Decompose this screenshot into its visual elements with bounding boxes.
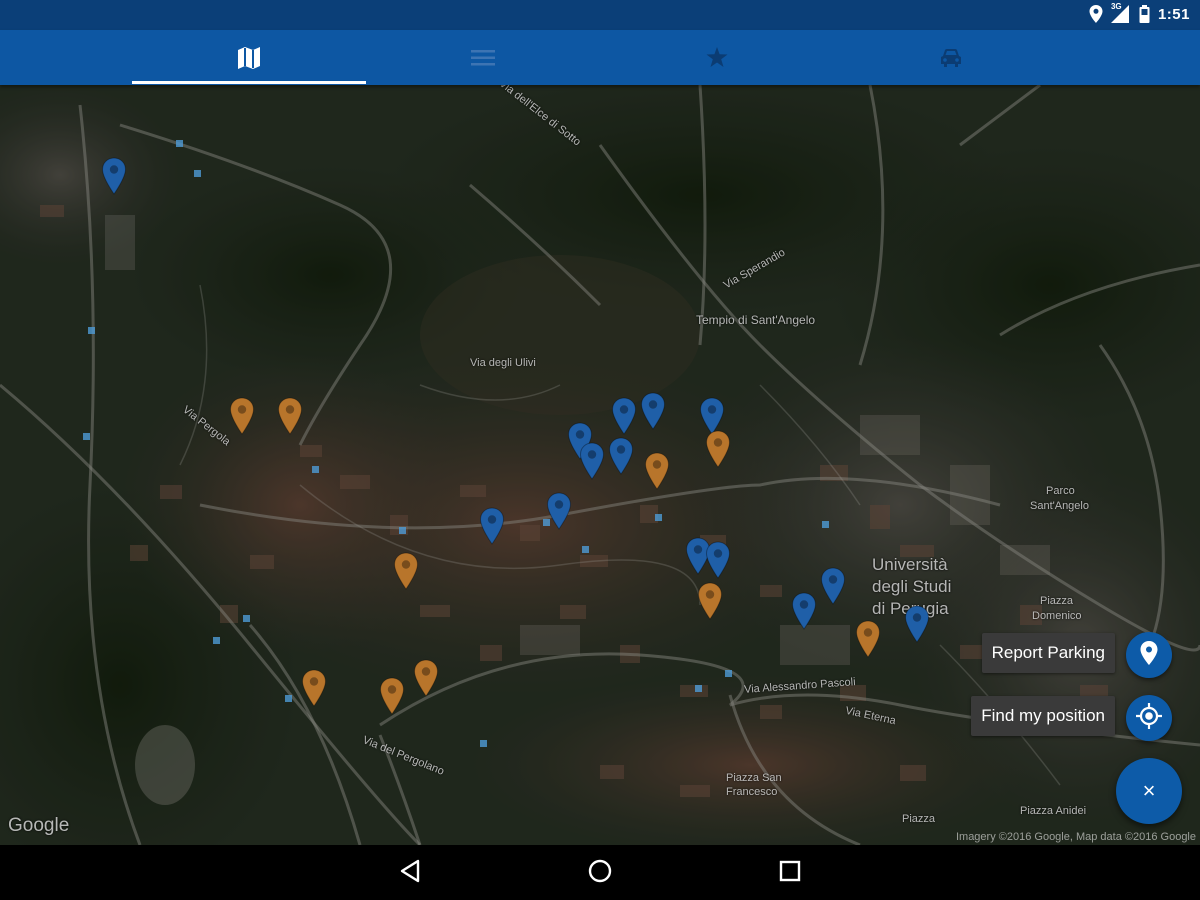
parking-pin-available[interactable]: [546, 492, 572, 530]
map-label-piazza-bottom: Piazza: [902, 813, 936, 825]
map-marker-icon: [301, 669, 327, 707]
parking-pin-reported[interactable]: [393, 552, 419, 590]
report-parking-button[interactable]: [1126, 632, 1172, 678]
tab-bar: [0, 30, 1200, 85]
car-icon: [939, 48, 963, 68]
map-icon: [237, 46, 261, 69]
map-marker-icon: [608, 437, 634, 475]
list-icon: [471, 48, 495, 68]
google-logo: Google: [8, 815, 70, 836]
map-marker-icon: [904, 605, 930, 643]
home-icon: [588, 859, 612, 888]
map-marker-icon: [791, 592, 817, 630]
map-label-tempio: Tempio di Sant'Angelo: [696, 313, 816, 327]
map-marker-icon: [644, 452, 670, 490]
find-position-button[interactable]: [1126, 695, 1172, 741]
parking-pin-reported[interactable]: [277, 397, 303, 435]
parking-pin-available[interactable]: [608, 437, 634, 475]
signal-icon: 3G: [1110, 2, 1131, 23]
parking-pin-available[interactable]: [479, 507, 505, 545]
map-label-via-degli-ulivi: Via degli Ulivi: [470, 357, 536, 369]
status-icons: 3G 1:51: [1089, 2, 1190, 23]
recents-button[interactable]: [770, 857, 810, 889]
parking-pin-available[interactable]: [101, 157, 127, 195]
parking-pin-available[interactable]: [611, 397, 637, 435]
parking-pin-reported[interactable]: [229, 397, 255, 435]
map-marker-icon: [705, 430, 731, 468]
parking-pin-available[interactable]: [791, 592, 817, 630]
crosshair-icon: [1136, 702, 1162, 734]
location-icon: [1089, 5, 1103, 23]
find-position-label[interactable]: Find my position: [971, 696, 1115, 736]
parking-pin-available[interactable]: [904, 605, 930, 643]
parking-pin-reported[interactable]: [705, 430, 731, 468]
close-fab-button[interactable]: ×: [1116, 758, 1182, 824]
parking-pin-reported[interactable]: [644, 452, 670, 490]
find-position-row: Find my position: [971, 696, 1115, 736]
network-type-label: 3G: [1110, 2, 1122, 11]
tab-list[interactable]: [366, 30, 600, 85]
map-marker-icon: [101, 157, 127, 195]
map-label-parco: Parco: [1046, 485, 1075, 497]
parking-pin-reported[interactable]: [855, 620, 881, 658]
back-button[interactable]: [390, 857, 430, 889]
home-button[interactable]: [580, 857, 620, 889]
map-label-piazza-domenico: Piazza: [1040, 595, 1074, 607]
map-marker-icon: [413, 659, 439, 697]
map-label-universita-1: Università: [872, 555, 948, 574]
map-label-francesco: Francesco: [726, 786, 778, 798]
parking-pin-available[interactable]: [640, 392, 666, 430]
parking-pin-available[interactable]: [579, 442, 605, 480]
map-label-piazza-san: Piazza San: [726, 772, 782, 784]
selected-tab-indicator: [132, 81, 366, 84]
map-marker-icon: [579, 442, 605, 480]
map-marker-icon: [820, 567, 846, 605]
map-marker-icon: [277, 397, 303, 435]
report-parking-label[interactable]: Report Parking: [981, 633, 1115, 673]
map-label-piazza-domenico-2: Domenico: [1032, 610, 1082, 622]
map-marker-icon: [229, 397, 255, 435]
map-label-piazza-anidei: Piazza Anidei: [1020, 805, 1087, 817]
parking-pin-available[interactable]: [705, 541, 731, 579]
parking-pin-reported[interactable]: [301, 669, 327, 707]
system-navigation-bar: [0, 845, 1200, 900]
recents-icon: [779, 860, 801, 887]
tab-car[interactable]: [834, 30, 1068, 85]
parking-pin-reported[interactable]: [413, 659, 439, 697]
map-marker-icon: [640, 392, 666, 430]
battery-icon: [1139, 5, 1150, 23]
status-bar: 3G 1:51: [0, 0, 1200, 30]
report-parking-row: Report Parking: [981, 633, 1115, 673]
map-marker-icon: [855, 620, 881, 658]
tab-favorites[interactable]: [600, 30, 834, 85]
map-label-parco-2: Sant'Angelo: [1030, 500, 1089, 512]
map-attribution: Imagery ©2016 Google, Map data ©2016 Goo…: [955, 831, 1196, 843]
parking-pin-available[interactable]: [820, 567, 846, 605]
map-marker-icon: [705, 541, 731, 579]
map-label-universita-2: degli Studi: [872, 577, 952, 596]
map-marker-icon: [697, 582, 723, 620]
tab-map[interactable]: [132, 30, 366, 85]
pin-icon: [1140, 640, 1158, 670]
star-icon: [706, 47, 728, 68]
parking-pin-reported[interactable]: [697, 582, 723, 620]
parking-pin-reported[interactable]: [379, 677, 405, 715]
map-marker-icon: [479, 507, 505, 545]
status-clock: 1:51: [1157, 5, 1190, 23]
map-marker-icon: [393, 552, 419, 590]
map-marker-icon: [546, 492, 572, 530]
back-icon: [399, 859, 421, 888]
close-icon: ×: [1142, 778, 1156, 803]
map-marker-icon: [379, 677, 405, 715]
map-marker-icon: [611, 397, 637, 435]
